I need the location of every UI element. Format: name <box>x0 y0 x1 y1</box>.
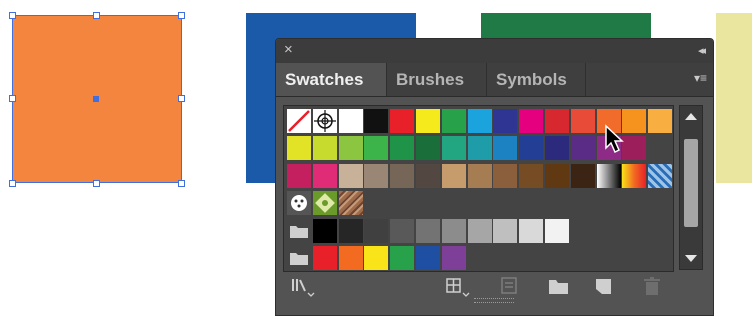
color-swatch[interactable] <box>493 109 518 133</box>
panel-resize-grip[interactable] <box>474 298 514 303</box>
color-swatch[interactable] <box>493 218 518 243</box>
color-swatch[interactable] <box>519 163 544 188</box>
selection-handle-top[interactable] <box>93 12 100 19</box>
color-swatch[interactable] <box>622 136 647 161</box>
color-swatch[interactable] <box>338 109 363 133</box>
color-swatch[interactable] <box>338 136 363 161</box>
yellow-rectangle-shape[interactable] <box>716 13 752 183</box>
tab-symbols[interactable]: Symbols <box>487 63 586 96</box>
tab-brushes[interactable]: Brushes <box>387 63 487 96</box>
pattern-swatch[interactable] <box>312 191 337 216</box>
color-swatch[interactable] <box>467 109 492 133</box>
selection-handle-top-right[interactable] <box>178 12 185 19</box>
color-swatch[interactable] <box>467 163 492 188</box>
color-swatch[interactable] <box>467 136 492 161</box>
color-group-folder-icon[interactable] <box>287 246 311 270</box>
tab-swatches[interactable]: Swatches <box>276 63 387 96</box>
pattern-swatch[interactable] <box>287 191 311 216</box>
color-swatch[interactable] <box>364 109 389 133</box>
color-swatch[interactable] <box>312 218 337 243</box>
color-swatch[interactable] <box>467 218 492 243</box>
color-swatch[interactable] <box>545 218 569 243</box>
color-swatch[interactable] <box>622 109 647 133</box>
color-group-folder-icon[interactable] <box>287 219 311 243</box>
color-swatch[interactable] <box>519 109 544 133</box>
color-swatch[interactable] <box>338 218 363 243</box>
scroll-up-arrow-icon[interactable] <box>685 113 697 120</box>
color-swatch[interactable] <box>416 163 440 188</box>
panel-titlebar[interactable]: × ◂◂ <box>276 39 713 63</box>
swatches-panel: × ◂◂ Swatches Brushes Symbols ▾≡ <box>275 38 714 316</box>
show-swatch-kinds-icon[interactable] <box>444 275 478 299</box>
color-swatch[interactable] <box>493 163 518 188</box>
color-swatch[interactable] <box>545 109 569 133</box>
color-swatch[interactable] <box>287 136 311 161</box>
color-swatch[interactable] <box>545 163 569 188</box>
selection-handle-bottom-left[interactable] <box>9 180 16 187</box>
color-swatch[interactable] <box>519 218 544 243</box>
swatch-options-icon[interactable] <box>498 275 522 299</box>
color-swatch[interactable] <box>338 246 363 270</box>
color-swatch[interactable] <box>364 246 389 270</box>
selection-handle-top-left[interactable] <box>9 12 16 19</box>
color-swatch[interactable] <box>441 163 466 188</box>
color-swatch[interactable] <box>648 109 673 133</box>
selection-handle-left[interactable] <box>9 95 16 102</box>
scroll-thumb[interactable] <box>684 139 698 227</box>
color-swatch[interactable] <box>364 163 389 188</box>
color-swatch[interactable] <box>416 136 440 161</box>
mouse-cursor-icon <box>605 124 624 154</box>
swatch-scrollbar[interactable] <box>679 105 703 270</box>
selection-handle-bottom[interactable] <box>93 180 100 187</box>
swatch-libraries-menu-icon[interactable] <box>290 275 324 299</box>
color-swatch[interactable] <box>570 109 595 133</box>
color-swatch[interactable] <box>390 163 415 188</box>
color-swatch[interactable] <box>441 109 466 133</box>
color-swatch[interactable] <box>493 136 518 161</box>
selection-handle-bottom-right[interactable] <box>178 180 185 187</box>
color-swatch[interactable] <box>312 246 337 270</box>
color-swatch[interactable] <box>312 136 337 161</box>
color-swatch[interactable] <box>390 136 415 161</box>
color-swatch[interactable] <box>390 109 415 133</box>
gradient-swatch[interactable] <box>648 163 673 188</box>
none-swatch[interactable] <box>287 109 311 133</box>
gradient-swatch[interactable] <box>596 163 621 188</box>
pattern-swatch[interactable] <box>338 191 363 216</box>
color-swatch[interactable] <box>441 136 466 161</box>
panel-bottom-toolbar <box>276 275 713 307</box>
color-swatch[interactable] <box>338 163 363 188</box>
color-swatch[interactable] <box>570 163 595 188</box>
close-icon[interactable]: × <box>284 42 293 58</box>
color-swatch[interactable] <box>570 136 595 161</box>
panel-tabs: Swatches Brushes Symbols ▾≡ <box>276 63 713 97</box>
color-swatch[interactable] <box>519 136 544 161</box>
registration-swatch[interactable] <box>312 109 337 133</box>
collapse-panel-icon[interactable]: ◂◂ <box>698 44 706 57</box>
color-swatch[interactable] <box>364 136 389 161</box>
color-swatch[interactable] <box>416 218 440 243</box>
color-swatch[interactable] <box>441 218 466 243</box>
scroll-down-arrow-icon[interactable] <box>685 255 697 262</box>
selection-center-point <box>93 96 99 102</box>
color-swatch[interactable] <box>416 246 440 270</box>
selection-handle-right[interactable] <box>178 95 185 102</box>
panel-menu-icon[interactable]: ▾≡ <box>694 71 707 85</box>
new-swatch-icon[interactable] <box>592 275 618 299</box>
color-swatch[interactable] <box>312 163 337 188</box>
new-color-group-icon[interactable] <box>546 275 572 299</box>
color-swatch[interactable] <box>364 218 389 243</box>
color-swatch[interactable] <box>390 218 415 243</box>
delete-swatch-icon[interactable] <box>640 275 666 299</box>
color-swatch[interactable] <box>390 246 415 270</box>
color-swatch[interactable] <box>287 163 311 188</box>
gradient-swatch[interactable] <box>622 163 647 188</box>
color-swatch[interactable] <box>416 109 440 133</box>
color-swatch[interactable] <box>545 136 569 161</box>
color-swatch[interactable] <box>441 246 466 270</box>
